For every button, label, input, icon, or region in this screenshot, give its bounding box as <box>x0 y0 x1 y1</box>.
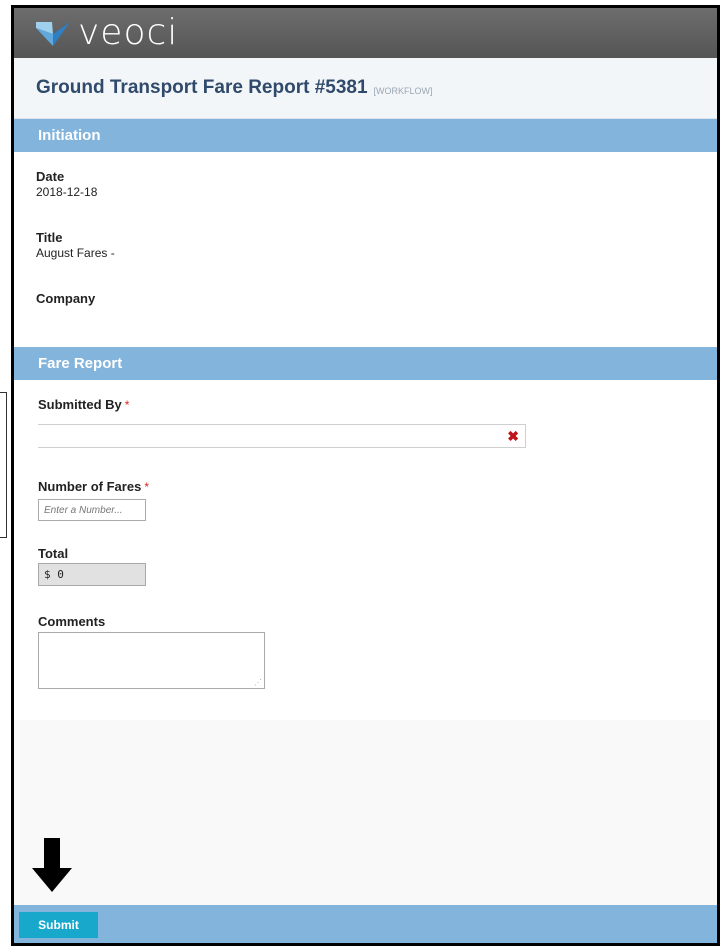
company-field: Company <box>14 260 717 306</box>
section-fare-report: Submitted By* ✖ Number of Fares* Total $… <box>14 380 717 720</box>
total-label: Total <box>38 546 69 561</box>
resize-grip-icon[interactable]: ⋰ <box>254 679 262 687</box>
section-initiation: Date 2018-12-18 Title August Fares - Com… <box>14 152 717 347</box>
title-field: Title August Fares - <box>14 199 717 260</box>
form-window: veoci Ground Transport Fare Report #5381… <box>11 5 720 946</box>
form-title-bar: Ground Transport Fare Report #5381 [WORK… <box>14 58 717 119</box>
required-marker: * <box>144 480 149 494</box>
submitted-by-field: Submitted By * <box>14 380 717 414</box>
date-field: Date 2018-12-18 <box>14 152 717 199</box>
total-field: Total $ 0 <box>14 521 717 586</box>
section-header-fare-report: Fare Report <box>14 347 717 380</box>
title-value: August Fares - <box>36 246 115 260</box>
form-type-tag: [WORKFLOW] <box>373 86 433 96</box>
form-title: Ground Transport Fare Report #5381 <box>36 77 368 98</box>
comments-label: Comments <box>38 614 106 629</box>
x-icon[interactable]: ✖ <box>507 428 519 444</box>
number-of-fares-label: Number of Fares <box>38 479 142 494</box>
number-of-fares-label-row: Number of Fares * <box>38 478 717 496</box>
required-marker: * <box>124 398 130 412</box>
company-label: Company <box>36 291 96 306</box>
app-header: veoci <box>14 8 717 58</box>
date-value: 2018-12-18 <box>36 185 98 199</box>
outer-side-bracket <box>0 392 7 538</box>
comments-textarea[interactable]: ⋰ <box>38 632 265 689</box>
footer-bar: Submit <box>14 905 717 943</box>
submitted-by-input[interactable]: ✖ <box>38 424 526 448</box>
veoci-chevron-icon <box>36 22 70 46</box>
veoci-logo: veoci <box>34 12 178 54</box>
comments-field: Comments ⋰ <box>14 586 717 689</box>
total-value: $ 0 <box>38 563 146 586</box>
submit-button[interactable]: Submit <box>19 912 98 938</box>
title-label: Title <box>36 230 63 245</box>
logo-text: veoci <box>78 12 179 53</box>
number-of-fares-field: Number of Fares * <box>14 448 717 521</box>
number-of-fares-input[interactable] <box>38 499 146 521</box>
date-label: Date <box>36 169 65 184</box>
section-header-initiation: Initiation <box>14 119 717 152</box>
submitted-by-label: Submitted By <box>38 397 122 412</box>
down-arrow-icon <box>32 838 72 892</box>
submitted-by-label-row: Submitted By * <box>38 396 717 414</box>
